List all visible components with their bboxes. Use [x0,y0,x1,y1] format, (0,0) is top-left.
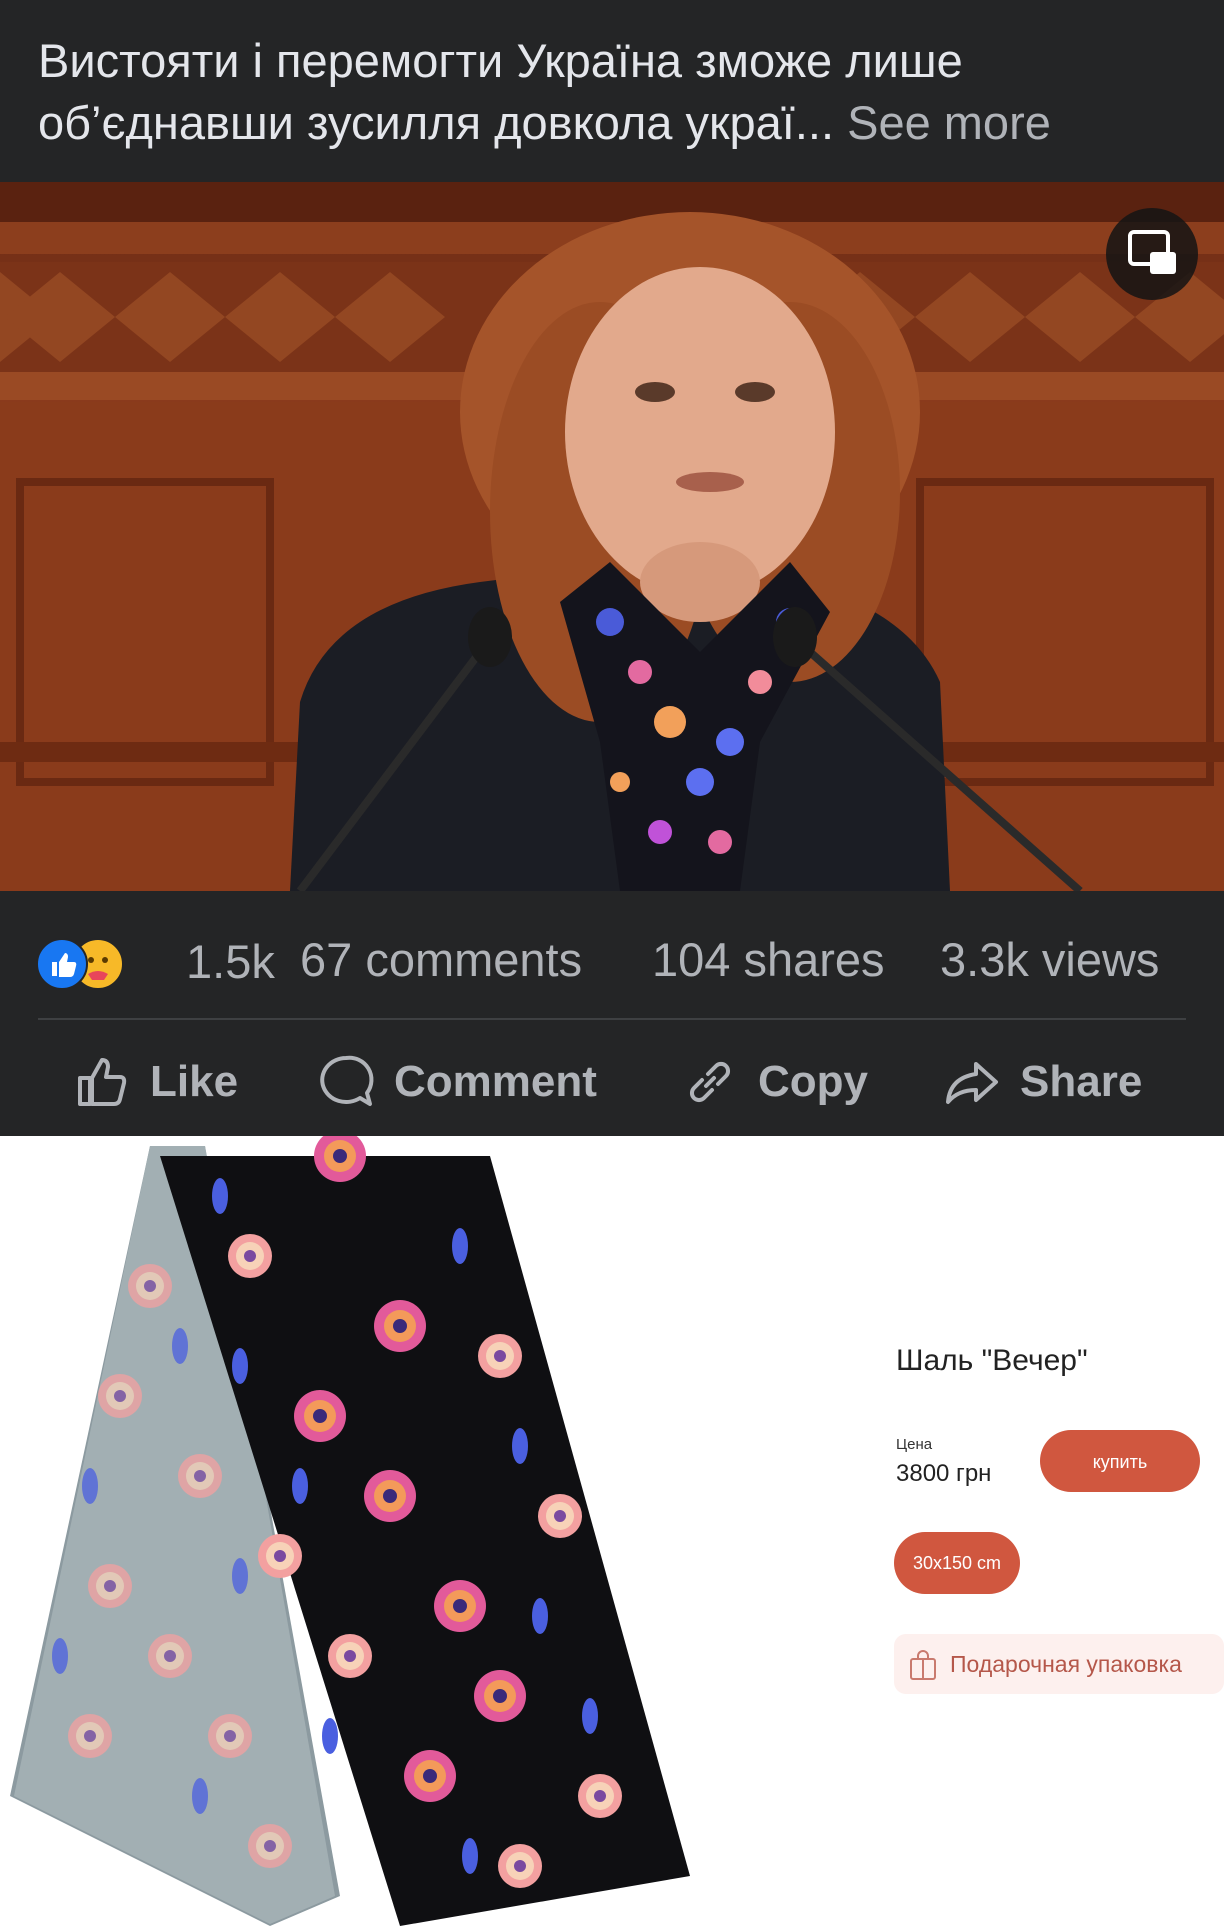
facebook-post: Вистояти і перемогти Україна зможе лише … [0,0,1224,1136]
link-icon [689,1061,731,1103]
picture-in-picture-icon [1128,230,1176,274]
thumbs-up-icon [36,938,88,990]
like-label: Like [150,1057,239,1106]
picture-in-picture-button[interactable] [1106,208,1198,300]
product-card: Шаль "Вечер" Цена 3800 грн купить 30x150… [0,1136,1224,1930]
price-value: 3800 грн [896,1460,992,1487]
video-frame [0,182,1224,891]
comments-count[interactable]: 67 comments [300,930,582,990]
like-button[interactable]: Like [72,1046,238,1118]
buy-button[interactable]: купить [1040,1430,1200,1492]
thumbs-up-icon [78,1058,127,1106]
copy-link-button[interactable]: Copy [680,1046,868,1118]
product-title: Шаль "Вечер" [896,1344,1088,1377]
gift-wrap-label: Подарочная упаковка [950,1650,1182,1677]
caption-text: Вистояти і перемогти Україна зможе лише … [38,34,963,149]
see-more-link[interactable]: See more [847,96,1051,149]
share-label: Share [1020,1057,1143,1106]
scarf-product-image[interactable] [0,1136,700,1930]
divider [38,1018,1186,1020]
share-button[interactable]: Share [942,1046,1142,1118]
post-actions: Like Comment Copy Share [0,1046,1224,1118]
views-count: 3.3k views [940,933,1160,986]
comment-button[interactable]: Comment [316,1046,597,1118]
size-option[interactable]: 30x150 cm [894,1532,1020,1594]
comment-label: Comment [394,1057,597,1106]
post-stats: 1.5k 67 comments 104 shares 3.3k views [0,930,1224,990]
share-arrow-icon [946,1062,998,1104]
shares-count[interactable]: 104 shares [652,930,885,990]
copy-label: Copy [758,1057,868,1106]
comment-bubble-icon [320,1055,374,1106]
reaction-count: 1.5k [186,935,275,988]
price-label: Цена [896,1436,933,1453]
gift-wrap-option[interactable]: Подарочная упаковка [894,1634,1224,1694]
video-player[interactable] [0,182,1224,891]
post-caption[interactable]: Вистояти і перемогти Україна зможе лише … [38,30,1188,154]
gift-icon [910,1650,936,1680]
